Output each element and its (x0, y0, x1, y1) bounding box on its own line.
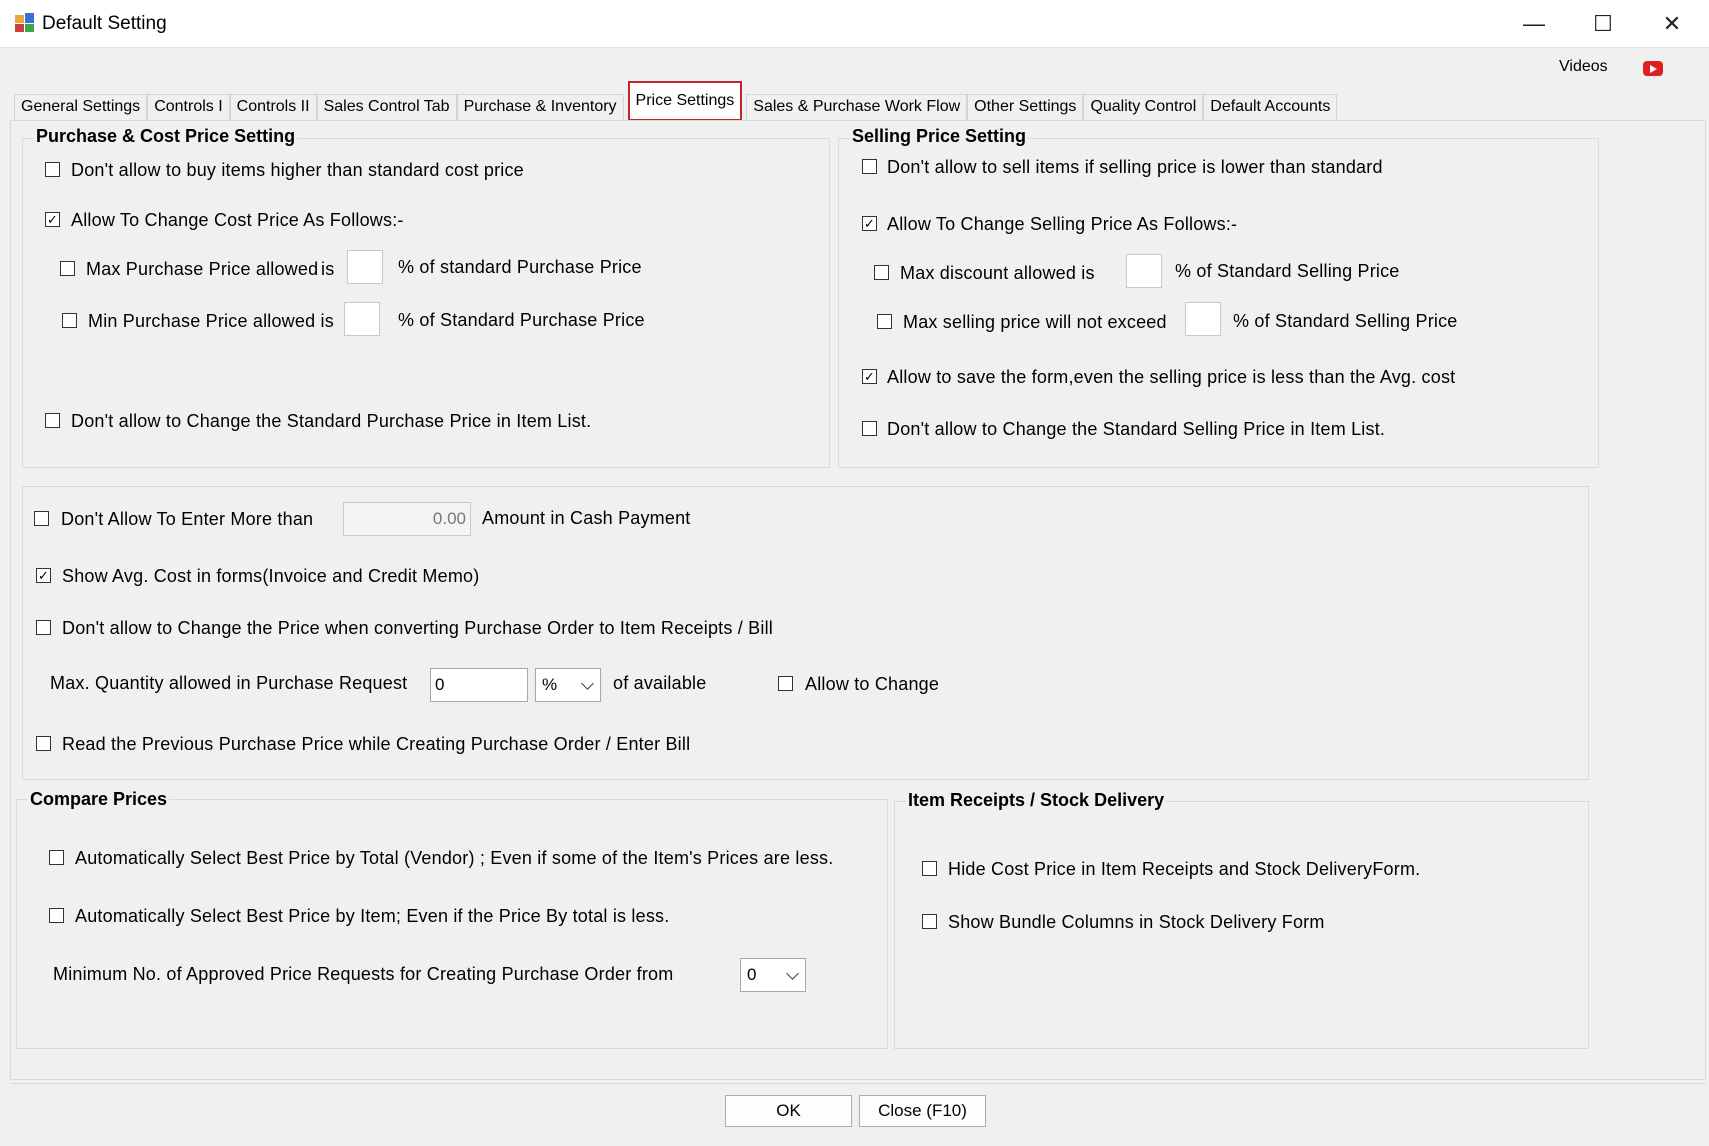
limit-cash-label: Don't Allow To Enter More than (61, 509, 314, 529)
hide-cost-price-checkbox[interactable] (922, 861, 937, 876)
no-change-std-selling-checkbox[interactable] (862, 421, 877, 436)
minimize-button[interactable]: — (1505, 6, 1563, 42)
max-qty-label: Max. Quantity allowed in Purchase Reques… (50, 673, 408, 693)
no-change-std-purchase-checkbox[interactable] (45, 413, 60, 428)
best-by-item-checkbox[interactable] (49, 908, 64, 923)
tab-quality-control[interactable]: Quality Control (1083, 94, 1204, 120)
window-title: Default Setting (42, 13, 167, 34)
no-buy-higher-label: Don't allow to buy items higher than sta… (71, 160, 524, 180)
read-prev-price-checkbox[interactable] (36, 736, 51, 751)
tab-purchase-inventory[interactable]: Purchase & Inventory (456, 94, 624, 120)
tab-controls-2[interactable]: Controls II (229, 94, 317, 120)
tab-strip: General Settings Controls I Controls II … (14, 81, 1338, 121)
max-selling-label: Max selling price will not exceed (903, 312, 1167, 332)
tab-other-settings[interactable]: Other Settings (967, 94, 1084, 120)
allow-save-avg-label: Allow to save the form,even the selling … (887, 367, 1456, 387)
tab-general-settings[interactable]: General Settings (14, 94, 148, 120)
maximize-icon: ☐ (1593, 11, 1613, 36)
close-f10-button[interactable]: Close (F10) (859, 1095, 986, 1127)
max-purchase-percent-input[interactable] (347, 250, 383, 284)
no-change-po-price-checkbox[interactable] (36, 620, 51, 635)
max-selling-checkbox[interactable] (877, 314, 892, 329)
max-purchase-is-label: is (321, 259, 335, 279)
videos-link[interactable]: Videos (1559, 58, 1608, 76)
limit-cash-checkbox[interactable] (34, 511, 49, 526)
check-icon: ✓ (38, 568, 49, 583)
allow-change-cost-checkbox[interactable]: ✓ (45, 212, 60, 227)
title-bar (0, 0, 1709, 48)
allow-change-selling-label: Allow To Change Selling Price As Follows… (887, 214, 1238, 234)
purchase-cost-title: Purchase & Cost Price Setting (34, 126, 298, 147)
check-icon: ✓ (47, 212, 58, 227)
max-discount-suffix: % of Standard Selling Price (1175, 261, 1400, 281)
no-change-std-selling-label: Don't allow to Change the Standard Selli… (887, 419, 1386, 439)
of-available-label: of available (613, 673, 707, 693)
chevron-down-icon (786, 967, 799, 980)
max-purchase-checkbox[interactable] (60, 261, 75, 276)
chevron-down-icon (581, 677, 594, 690)
no-sell-lower-label: Don't allow to sell items if selling pri… (887, 157, 1383, 177)
show-bundle-columns-label: Show Bundle Columns in Stock Delivery Fo… (948, 912, 1325, 932)
show-avg-cost-checkbox[interactable]: ✓ (36, 568, 51, 583)
max-selling-suffix: % of Standard Selling Price (1233, 311, 1458, 331)
show-avg-cost-label: Show Avg. Cost in forms(Invoice and Cred… (62, 566, 480, 586)
min-purchase-label: Min Purchase Price allowed is (88, 311, 334, 331)
min-purchase-checkbox[interactable] (62, 313, 77, 328)
minimize-icon: — (1523, 11, 1545, 36)
no-sell-lower-checkbox[interactable] (862, 159, 877, 174)
check-icon: ✓ (864, 369, 875, 384)
no-change-std-purchase-label: Don't allow to Change the Standard Purch… (71, 411, 592, 431)
max-qty-input[interactable]: 0 (430, 668, 528, 702)
min-purchase-suffix: % of Standard Purchase Price (398, 310, 645, 330)
max-purchase-suffix: % of standard Purchase Price (398, 257, 642, 277)
tab-default-accounts[interactable]: Default Accounts (1203, 94, 1338, 120)
cash-amount-input[interactable]: 0.00 (343, 502, 471, 536)
ok-button[interactable]: OK (725, 1095, 852, 1127)
max-qty-unit-value: % (542, 675, 558, 694)
maximize-button[interactable]: ☐ (1574, 6, 1632, 42)
allow-save-avg-checkbox[interactable]: ✓ (862, 369, 877, 384)
tab-sales-control[interactable]: Sales Control Tab (316, 94, 457, 120)
tab-price-settings[interactable]: Price Settings (627, 81, 743, 121)
item-receipts-title: Item Receipts / Stock Delivery (906, 790, 1167, 811)
best-by-item-label: Automatically Select Best Price by Item;… (75, 906, 670, 926)
min-approved-requests-value: 0 (747, 965, 757, 984)
allow-to-change-checkbox[interactable] (778, 676, 793, 691)
max-discount-checkbox[interactable] (874, 265, 889, 280)
selling-price-title: Selling Price Setting (850, 126, 1029, 147)
hide-cost-price-label: Hide Cost Price in Item Receipts and Sto… (948, 859, 1421, 879)
app-icon (15, 13, 34, 32)
min-purchase-percent-input[interactable] (344, 302, 380, 336)
no-change-po-price-label: Don't allow to Change the Price when con… (62, 618, 773, 638)
read-prev-price-label: Read the Previous Purchase Price while C… (62, 734, 691, 754)
max-selling-percent-input[interactable] (1185, 302, 1221, 336)
max-discount-label: Max discount allowed is (900, 263, 1095, 283)
allow-to-change-label: Allow to Change (805, 674, 940, 694)
check-icon: ✓ (864, 216, 875, 231)
best-by-total-label: Automatically Select Best Price by Total… (75, 848, 834, 868)
close-icon: ✕ (1662, 11, 1682, 36)
tab-sales-purchase-workflow[interactable]: Sales & Purchase Work Flow (746, 94, 968, 120)
show-bundle-columns-checkbox[interactable] (922, 914, 937, 929)
allow-change-cost-label: Allow To Change Cost Price As Follows:- (71, 210, 404, 230)
min-approved-requests-label: Minimum No. of Approved Price Requests f… (53, 964, 674, 984)
allow-change-selling-checkbox[interactable]: ✓ (862, 216, 877, 231)
max-purchase-label: Max Purchase Price allowed (86, 259, 319, 279)
max-discount-percent-input[interactable] (1126, 254, 1162, 288)
no-buy-higher-checkbox[interactable] (45, 162, 60, 177)
cash-amount-suffix: Amount in Cash Payment (482, 508, 691, 528)
compare-prices-title: Compare Prices (28, 789, 170, 810)
best-by-total-checkbox[interactable] (49, 850, 64, 865)
min-approved-requests-select[interactable]: 0 (740, 958, 806, 992)
close-window-button[interactable]: ✕ (1643, 6, 1701, 42)
max-qty-unit-select[interactable]: % (535, 668, 601, 702)
youtube-icon[interactable] (1643, 61, 1663, 76)
tab-controls-1[interactable]: Controls I (147, 94, 230, 120)
footer-divider (10, 1083, 1706, 1084)
